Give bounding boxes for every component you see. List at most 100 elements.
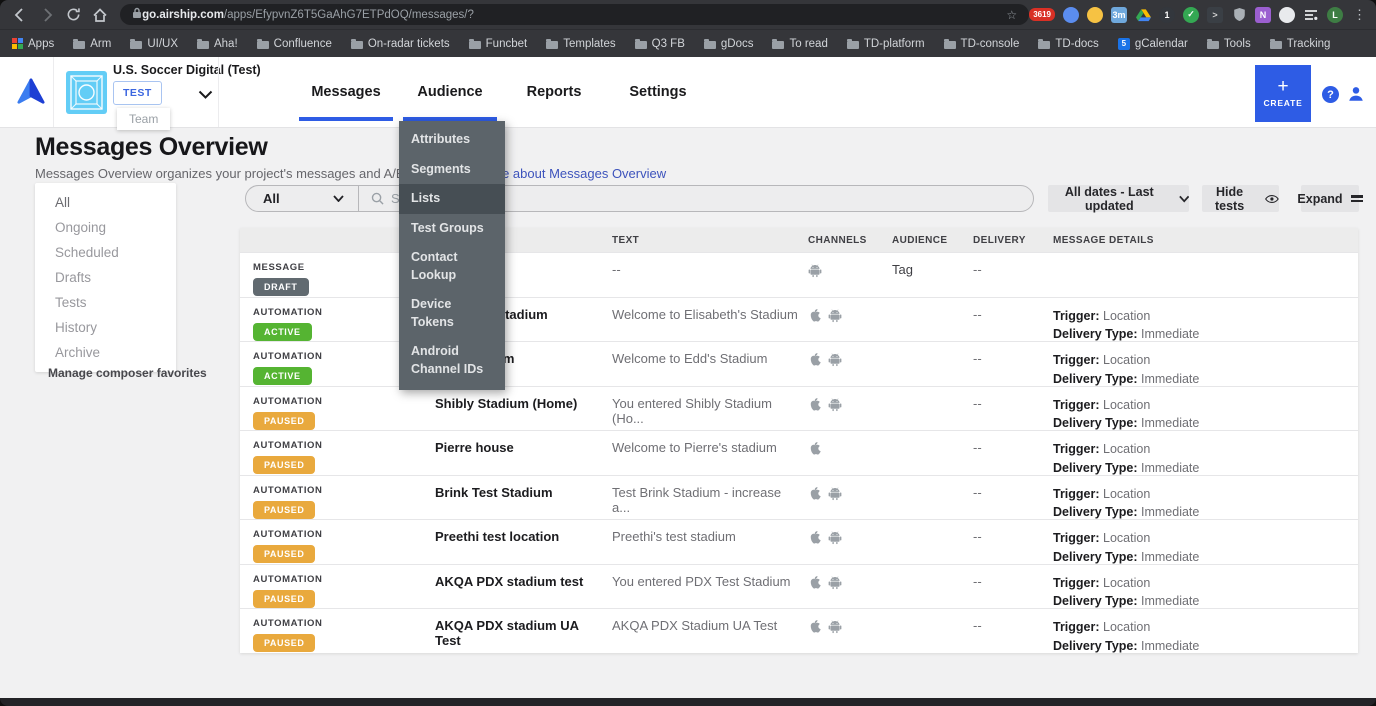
message-details-cell: Trigger: LocationDelivery Type: Immediat… xyxy=(1053,485,1358,523)
delivery-type-detail: Delivery Type: Immediate xyxy=(1053,548,1358,567)
nav-tab-reports[interactable]: Reports xyxy=(507,57,601,127)
account-person-icon[interactable] xyxy=(1347,85,1365,108)
eye-icon xyxy=(1265,194,1279,204)
project-app-icon[interactable] xyxy=(66,71,107,114)
menu-item-lists[interactable]: Lists xyxy=(399,184,505,214)
message-row[interactable]: AUTOMATIONPAUSEDShibly Stadium (Home)You… xyxy=(240,386,1358,431)
terminal-extension-icon[interactable]: > xyxy=(1207,7,1223,23)
status-badge: ACTIVE xyxy=(253,323,312,341)
airship-logo-icon[interactable] xyxy=(16,78,46,111)
bookmark-item[interactable]: Funcbet xyxy=(469,38,528,50)
team-option[interactable]: Team xyxy=(117,108,170,130)
back-icon[interactable] xyxy=(10,4,31,26)
hide-tests-button[interactable]: Hide tests xyxy=(1202,185,1279,212)
menu-item-contact-lookup[interactable]: Contact Lookup xyxy=(399,243,505,290)
message-type-cell: AUTOMATIONPAUSED xyxy=(253,574,435,612)
bookmark-item[interactable]: On-radar tickets xyxy=(351,38,450,50)
type-filter-dropdown[interactable]: All xyxy=(246,191,358,206)
puzzle-extensions-icon[interactable] xyxy=(1279,7,1295,23)
message-row[interactable]: AUTOMATIONPAUSEDBrink Test StadiumTest B… xyxy=(240,475,1358,520)
bookmark-item[interactable]: To read xyxy=(772,38,827,50)
nav-tab-settings[interactable]: Settings xyxy=(611,57,705,127)
menu-item-segments[interactable]: Segments xyxy=(399,155,505,185)
folder-3m-extension-icon[interactable]: 3m xyxy=(1111,7,1127,23)
browser-menu-icon[interactable]: ⋮ xyxy=(1353,7,1366,23)
sidebar-item-scheduled[interactable]: Scheduled xyxy=(35,240,176,265)
date-filter-button[interactable]: All dates - Last updated xyxy=(1048,185,1189,212)
audience-cell xyxy=(892,351,973,389)
reload-icon[interactable] xyxy=(63,4,84,26)
delivery-cell: -- xyxy=(973,351,1053,389)
bookmark-item[interactable]: gDocs xyxy=(704,38,754,50)
android-icon xyxy=(828,619,842,639)
message-details-cell: Trigger: LocationDelivery Type: Immediat… xyxy=(1053,351,1358,389)
folder-icon xyxy=(197,41,209,49)
menu-item-test-groups[interactable]: Test Groups xyxy=(399,214,505,244)
bookmark-label: Arm xyxy=(90,38,111,50)
message-row[interactable]: AUTOMATIONPAUSEDPreethi test locationPre… xyxy=(240,519,1358,564)
bookmark-item[interactable]: Tools xyxy=(1207,38,1251,50)
project-chevron-down-icon[interactable] xyxy=(198,86,213,104)
bookmark-star-icon[interactable]: ☆ xyxy=(1006,8,1017,22)
help-icon[interactable]: ? xyxy=(1322,86,1339,103)
delivery-type-label: Delivery Type: xyxy=(1053,461,1138,475)
audience-cell xyxy=(892,485,973,523)
bookmark-item[interactable]: UI/UX xyxy=(130,38,178,50)
onepassword-icon[interactable]: 1 xyxy=(1159,7,1175,23)
sidebar-item-tests[interactable]: Tests xyxy=(35,290,176,315)
message-row[interactable]: AUTOMATIONPAUSEDPierre houseWelcome to P… xyxy=(240,430,1358,475)
sidebar-item-all[interactable]: All xyxy=(35,190,176,215)
nav-tab-messages[interactable]: Messages xyxy=(299,57,393,127)
nav-tab-audience[interactable]: Audience xyxy=(403,57,497,127)
extension-multicolor-icon[interactable] xyxy=(1087,7,1103,23)
bookmark-label: Tracking xyxy=(1287,38,1331,50)
bookmark-item[interactable]: Tracking xyxy=(1270,38,1331,50)
manage-composer-favorites-link[interactable]: Manage composer favorites xyxy=(48,366,207,380)
trigger-label: Trigger: xyxy=(1053,309,1100,323)
message-row[interactable]: AUTOMATIONPAUSEDAKQA PDX stadium testYou… xyxy=(240,564,1358,609)
menu-item-attributes[interactable]: Attributes xyxy=(399,125,505,155)
tab-list-icon[interactable] xyxy=(1303,7,1319,23)
apple-icon xyxy=(808,308,821,328)
bookmark-item[interactable]: TD-platform xyxy=(847,38,925,50)
bookmark-item[interactable]: TD-docs xyxy=(1038,38,1098,50)
delivery-type-label: Delivery Type: xyxy=(1053,505,1138,519)
sidebar-item-ongoing[interactable]: Ongoing xyxy=(35,215,176,240)
google-drive-icon[interactable] xyxy=(1135,7,1151,23)
sidebar-item-archive[interactable]: Archive xyxy=(35,340,176,365)
sidebar-item-drafts[interactable]: Drafts xyxy=(35,265,176,290)
audience-cell xyxy=(892,396,973,434)
shield-extension-icon[interactable] xyxy=(1231,7,1247,23)
channels-cell xyxy=(808,440,892,478)
sidebar-item-history[interactable]: History xyxy=(35,315,176,340)
status-badge: ACTIVE xyxy=(253,367,312,385)
bookmark-item[interactable]: Templates xyxy=(546,38,615,50)
extension-badge-count[interactable]: 3619 xyxy=(1029,8,1055,21)
bookmark-item[interactable]: TD-console xyxy=(944,38,1020,50)
url-bar[interactable]: go.airship.com/apps/EfypvnZ6T5GaAhG7ETPd… xyxy=(120,4,1029,25)
create-button[interactable]: + CREATE xyxy=(1255,65,1311,122)
extension-blue-icon[interactable] xyxy=(1063,7,1079,23)
bookmark-item[interactable]: 5gCalendar xyxy=(1118,38,1188,50)
forward-icon[interactable] xyxy=(37,4,58,26)
window-bottom-edge xyxy=(0,698,1376,706)
check-extension-icon[interactable]: ✓ xyxy=(1183,7,1199,23)
profile-avatar[interactable]: L xyxy=(1327,7,1343,23)
home-icon[interactable] xyxy=(90,4,111,26)
message-name: Brink Test Stadium xyxy=(435,485,612,523)
bookmark-item[interactable]: Aha! xyxy=(197,38,238,50)
calendar-icon: 5 xyxy=(1118,38,1130,50)
menu-item-android-channel-ids[interactable]: Android Channel IDs xyxy=(399,337,505,384)
channels-cell xyxy=(808,262,892,297)
apple-icon xyxy=(808,575,821,595)
bookmark-item[interactable]: Apps xyxy=(12,38,54,50)
delivery-cell: -- xyxy=(973,529,1053,567)
bookmark-item[interactable]: Q3 FB xyxy=(635,38,685,50)
bookmark-item[interactable]: Confluence xyxy=(257,38,332,50)
message-row[interactable]: AUTOMATIONPAUSEDAKQA PDX stadium UA Test… xyxy=(240,608,1358,653)
expand-button[interactable]: Expand xyxy=(1301,185,1359,212)
menu-item-device-tokens[interactable]: Device Tokens xyxy=(399,290,505,337)
message-name: Pierre house xyxy=(435,440,612,478)
notion-extension-icon[interactable]: N xyxy=(1255,7,1271,23)
bookmark-item[interactable]: Arm xyxy=(73,38,111,50)
